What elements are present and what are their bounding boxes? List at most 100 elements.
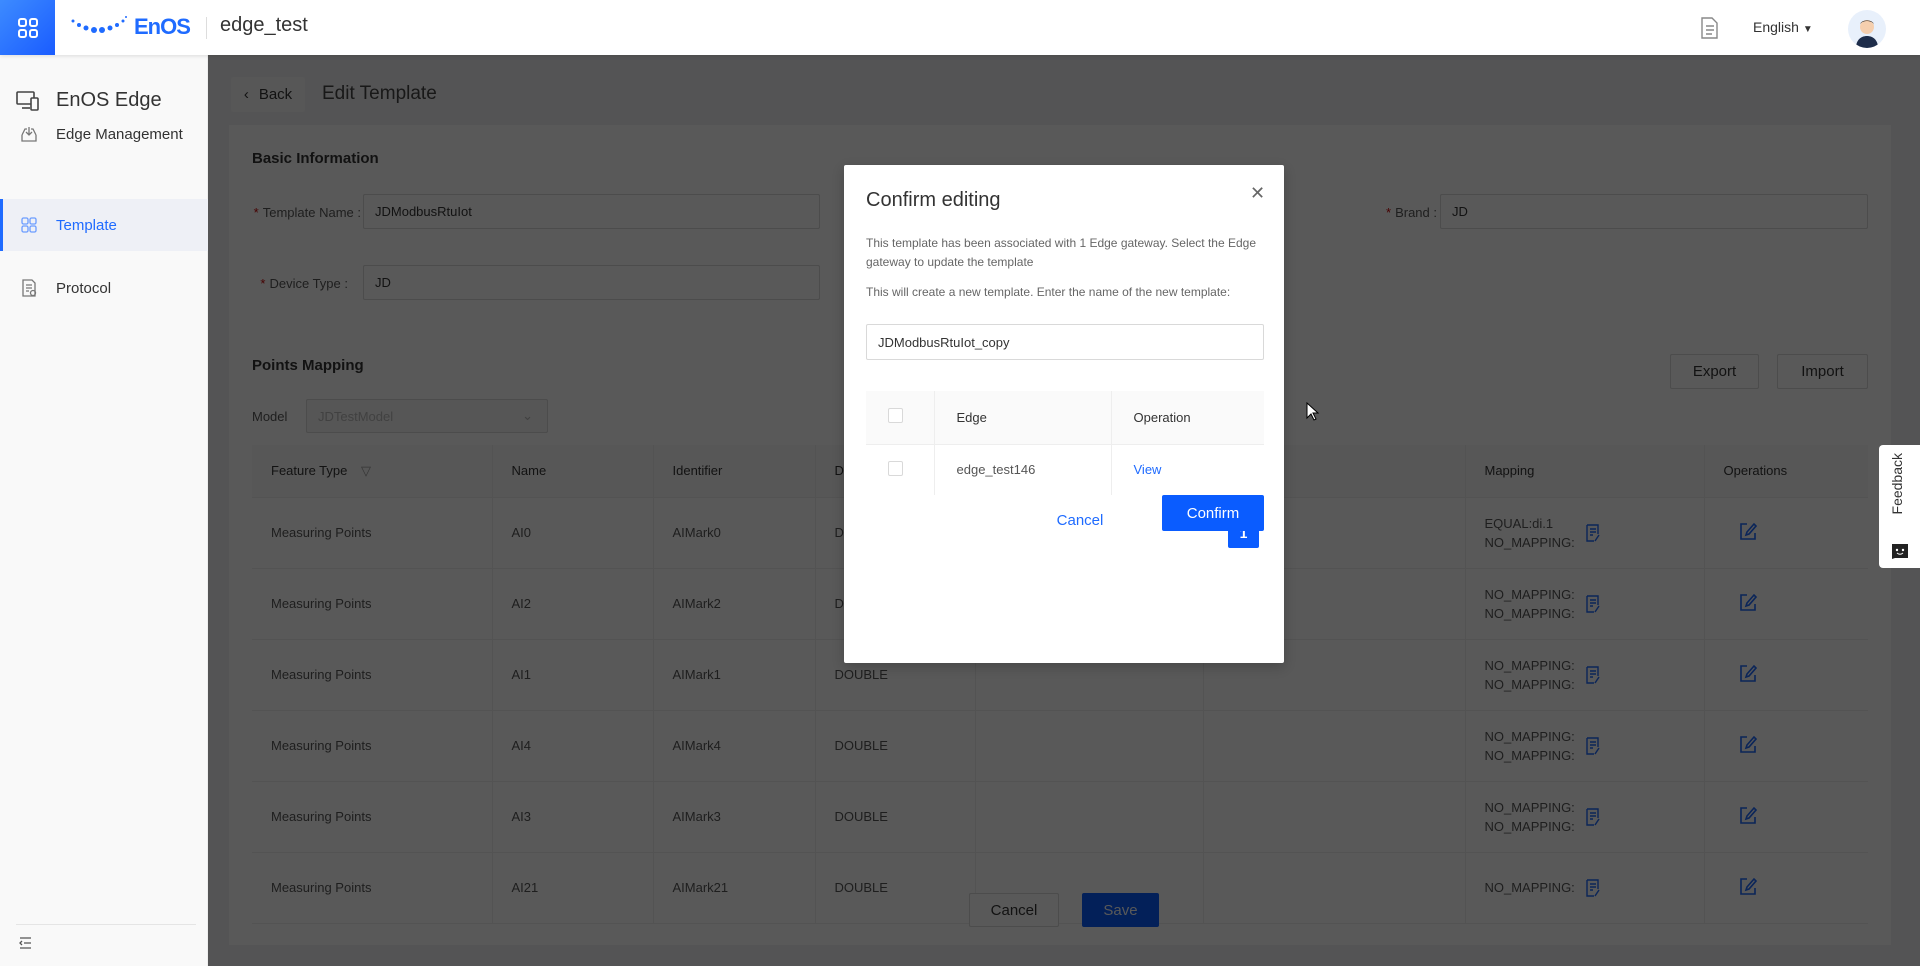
- feature-type-cell: Measuring Points: [252, 497, 493, 569]
- identifier-cell: AIMark0: [653, 497, 816, 569]
- empty-cell: [975, 781, 1204, 853]
- new-template-name-input[interactable]: JDModbusRtuIot_copy: [866, 324, 1264, 360]
- col-operation: Operation: [1111, 391, 1264, 445]
- logo-text: EnOS: [134, 14, 191, 39]
- language-label: English: [1753, 19, 1799, 35]
- caret-down-icon: ▼: [1802, 24, 1813, 35]
- mouse-cursor-icon: [1306, 402, 1320, 421]
- mapping-line: NO_MAPPING:: [1484, 534, 1575, 550]
- select-all-checkbox[interactable]: [888, 408, 903, 424]
- mapping-line: NO_MAPPING:: [1484, 818, 1575, 834]
- template-name-input[interactable]: JDModbusRtuIot: [363, 194, 820, 229]
- import-button[interactable]: Import: [1777, 354, 1868, 389]
- close-icon[interactable]: ✕: [1250, 183, 1265, 204]
- edit-icon[interactable]: [1739, 735, 1757, 753]
- view-link[interactable]: View: [1134, 462, 1162, 477]
- dialog-title: Confirm editing: [866, 189, 1001, 211]
- identifier-cell: AIMark2: [653, 568, 816, 640]
- dialog-confirm-button[interactable]: Confirm: [1162, 495, 1264, 531]
- operations-cell: [1704, 852, 1868, 924]
- sidebar-item-label: Protocol: [56, 279, 112, 297]
- operations-cell: [1704, 497, 1868, 569]
- mapping-edit-icon[interactable]: [1585, 736, 1601, 755]
- mapping-edit-icon[interactable]: [1585, 807, 1601, 826]
- mapping-edit-icon[interactable]: [1585, 878, 1601, 897]
- col-identifier: Identifier: [653, 445, 816, 498]
- sidebar-item-template[interactable]: Template: [0, 199, 208, 251]
- mapping-line: NO_MAPPING:: [1484, 799, 1575, 815]
- model-select[interactable]: JDTestModel ⌄: [306, 399, 548, 433]
- col-operations: Operations: [1704, 445, 1868, 498]
- row-checkbox[interactable]: [888, 460, 903, 476]
- mapping-cell: EQUAL:di.1 NO_MAPPING:: [1465, 497, 1705, 569]
- smiley-chat-icon: [1892, 544, 1908, 559]
- operations-cell: [1704, 568, 1868, 640]
- table-row: Measuring Points AI4 AIMark4 DOUBLE NO_M…: [252, 710, 1868, 782]
- edit-icon[interactable]: [1739, 806, 1757, 824]
- grid-icon: [17, 17, 38, 38]
- divider: [16, 924, 196, 925]
- identifier-cell: AIMark3: [653, 781, 816, 853]
- sidebar: EnOS Edge Edge Management Template Proto…: [0, 55, 208, 966]
- filter-icon[interactable]: ▽: [361, 463, 371, 478]
- export-button[interactable]: Export: [1670, 354, 1759, 389]
- sidebar-item-protocol[interactable]: Protocol: [0, 262, 208, 314]
- data-type-cell: DOUBLE: [815, 781, 976, 853]
- dialog-cancel-button[interactable]: Cancel: [1039, 502, 1121, 538]
- table-row: Measuring Points AI3 AIMark3 DOUBLE NO_M…: [252, 781, 1868, 853]
- mapping-line: NO_MAPPING:: [1484, 728, 1575, 744]
- grid-icon: [21, 217, 37, 233]
- edit-icon[interactable]: [1739, 593, 1757, 611]
- points-mapping-heading: Points Mapping: [252, 357, 364, 374]
- identifier-cell: AIMark1: [653, 639, 816, 711]
- data-type-cell: DOUBLE: [815, 852, 976, 924]
- identifier-cell: AIMark21: [653, 852, 816, 924]
- mapping-cell: NO_MAPPING: NO_MAPPING:: [1465, 568, 1705, 640]
- language-dropdown[interactable]: English ▼: [1753, 19, 1813, 35]
- name-cell: AI2: [492, 568, 654, 640]
- mapping-line: NO_MAPPING:: [1484, 657, 1575, 673]
- basic-info-heading: Basic Information: [252, 150, 379, 167]
- sidebar-item-edge-management[interactable]: Edge Management: [0, 108, 208, 160]
- device-type-input[interactable]: JD: [363, 265, 820, 300]
- save-button[interactable]: Save: [1082, 893, 1159, 927]
- edit-icon[interactable]: [1739, 877, 1757, 895]
- chevron-down-icon: ⌄: [522, 408, 533, 423]
- apps-menu-button[interactable]: [0, 0, 55, 55]
- table-row: Measuring Points AI21 AIMark21 DOUBLE NO…: [252, 852, 1868, 924]
- user-avatar[interactable]: [1848, 10, 1886, 48]
- mapping-line: NO_MAPPING:: [1484, 605, 1575, 621]
- dialog-prompt: This will create a new template. Enter t…: [866, 285, 1231, 299]
- mapping-edit-icon[interactable]: [1585, 523, 1601, 542]
- mapping-cell: NO_MAPPING: NO_MAPPING:: [1465, 639, 1705, 711]
- top-header: EnOS edge_test English ▼: [0, 0, 1920, 55]
- mapping-edit-icon[interactable]: [1585, 594, 1601, 613]
- brand-input[interactable]: JD: [1440, 194, 1868, 229]
- feature-type-cell: Measuring Points: [252, 639, 493, 711]
- col-mapping: Mapping: [1465, 445, 1705, 498]
- document-check-icon: [22, 279, 37, 297]
- mapping-edit-icon[interactable]: [1585, 665, 1601, 684]
- edge-table: Edge Operation edge_test146 View: [866, 391, 1264, 495]
- interval-cell: [1203, 852, 1466, 924]
- cancel-button[interactable]: Cancel: [969, 893, 1059, 927]
- edit-icon[interactable]: [1739, 522, 1757, 540]
- select-all-checkbox-cell[interactable]: [866, 391, 935, 445]
- feedback-tab[interactable]: Feedback: [1879, 445, 1920, 568]
- model-label: Model: [252, 409, 288, 424]
- sidebar-item-label: Edge Management: [56, 125, 183, 143]
- edit-icon[interactable]: [1739, 664, 1757, 682]
- name-cell: AI1: [492, 639, 654, 711]
- col-feature-type[interactable]: Feature Type ▽: [252, 445, 493, 498]
- page-title: Edit Template: [322, 83, 437, 104]
- collapse-sidebar-icon[interactable]: [18, 936, 32, 954]
- divider: [206, 17, 207, 39]
- data-type-cell: DOUBLE: [815, 710, 976, 782]
- feedback-label: Feedback: [1889, 453, 1905, 515]
- feature-type-cell: Measuring Points: [252, 852, 493, 924]
- document-icon[interactable]: [1698, 16, 1720, 45]
- app-title: edge_test: [220, 14, 308, 36]
- mapping-cell: NO_MAPPING:: [1465, 852, 1705, 924]
- back-button[interactable]: ‹ Back: [231, 77, 305, 112]
- enos-logo[interactable]: EnOS: [70, 14, 191, 40]
